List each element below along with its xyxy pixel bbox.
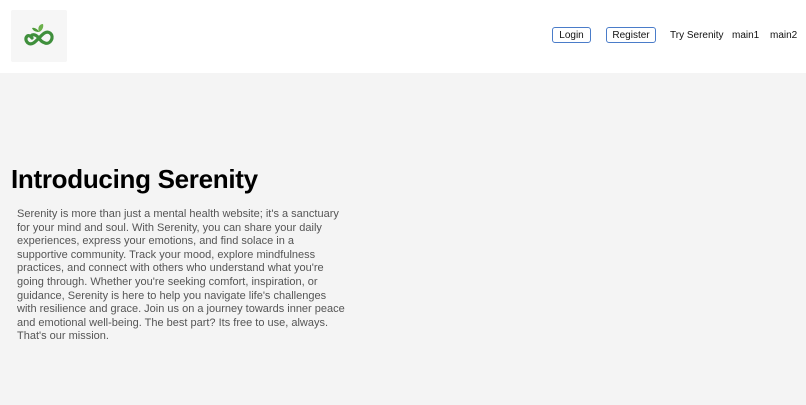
hero-description: Serenity is more than just a mental heal… <box>17 208 345 343</box>
nav-link-main2[interactable]: main2 <box>770 28 797 44</box>
site-logo[interactable] <box>11 10 67 62</box>
site-header: Login Register Try Serenity main1 main2 <box>0 0 806 73</box>
nav-link-try-serenity[interactable]: Try Serenity <box>670 28 724 44</box>
register-button[interactable]: Register <box>606 27 656 43</box>
login-button[interactable]: Login <box>552 27 591 43</box>
hero-title: Introducing Serenity <box>11 164 258 194</box>
main-nav: Login Register Try Serenity main1 main2 <box>546 27 806 45</box>
infinity-leaf-icon <box>24 24 54 46</box>
nav-link-main1[interactable]: main1 <box>732 28 759 44</box>
